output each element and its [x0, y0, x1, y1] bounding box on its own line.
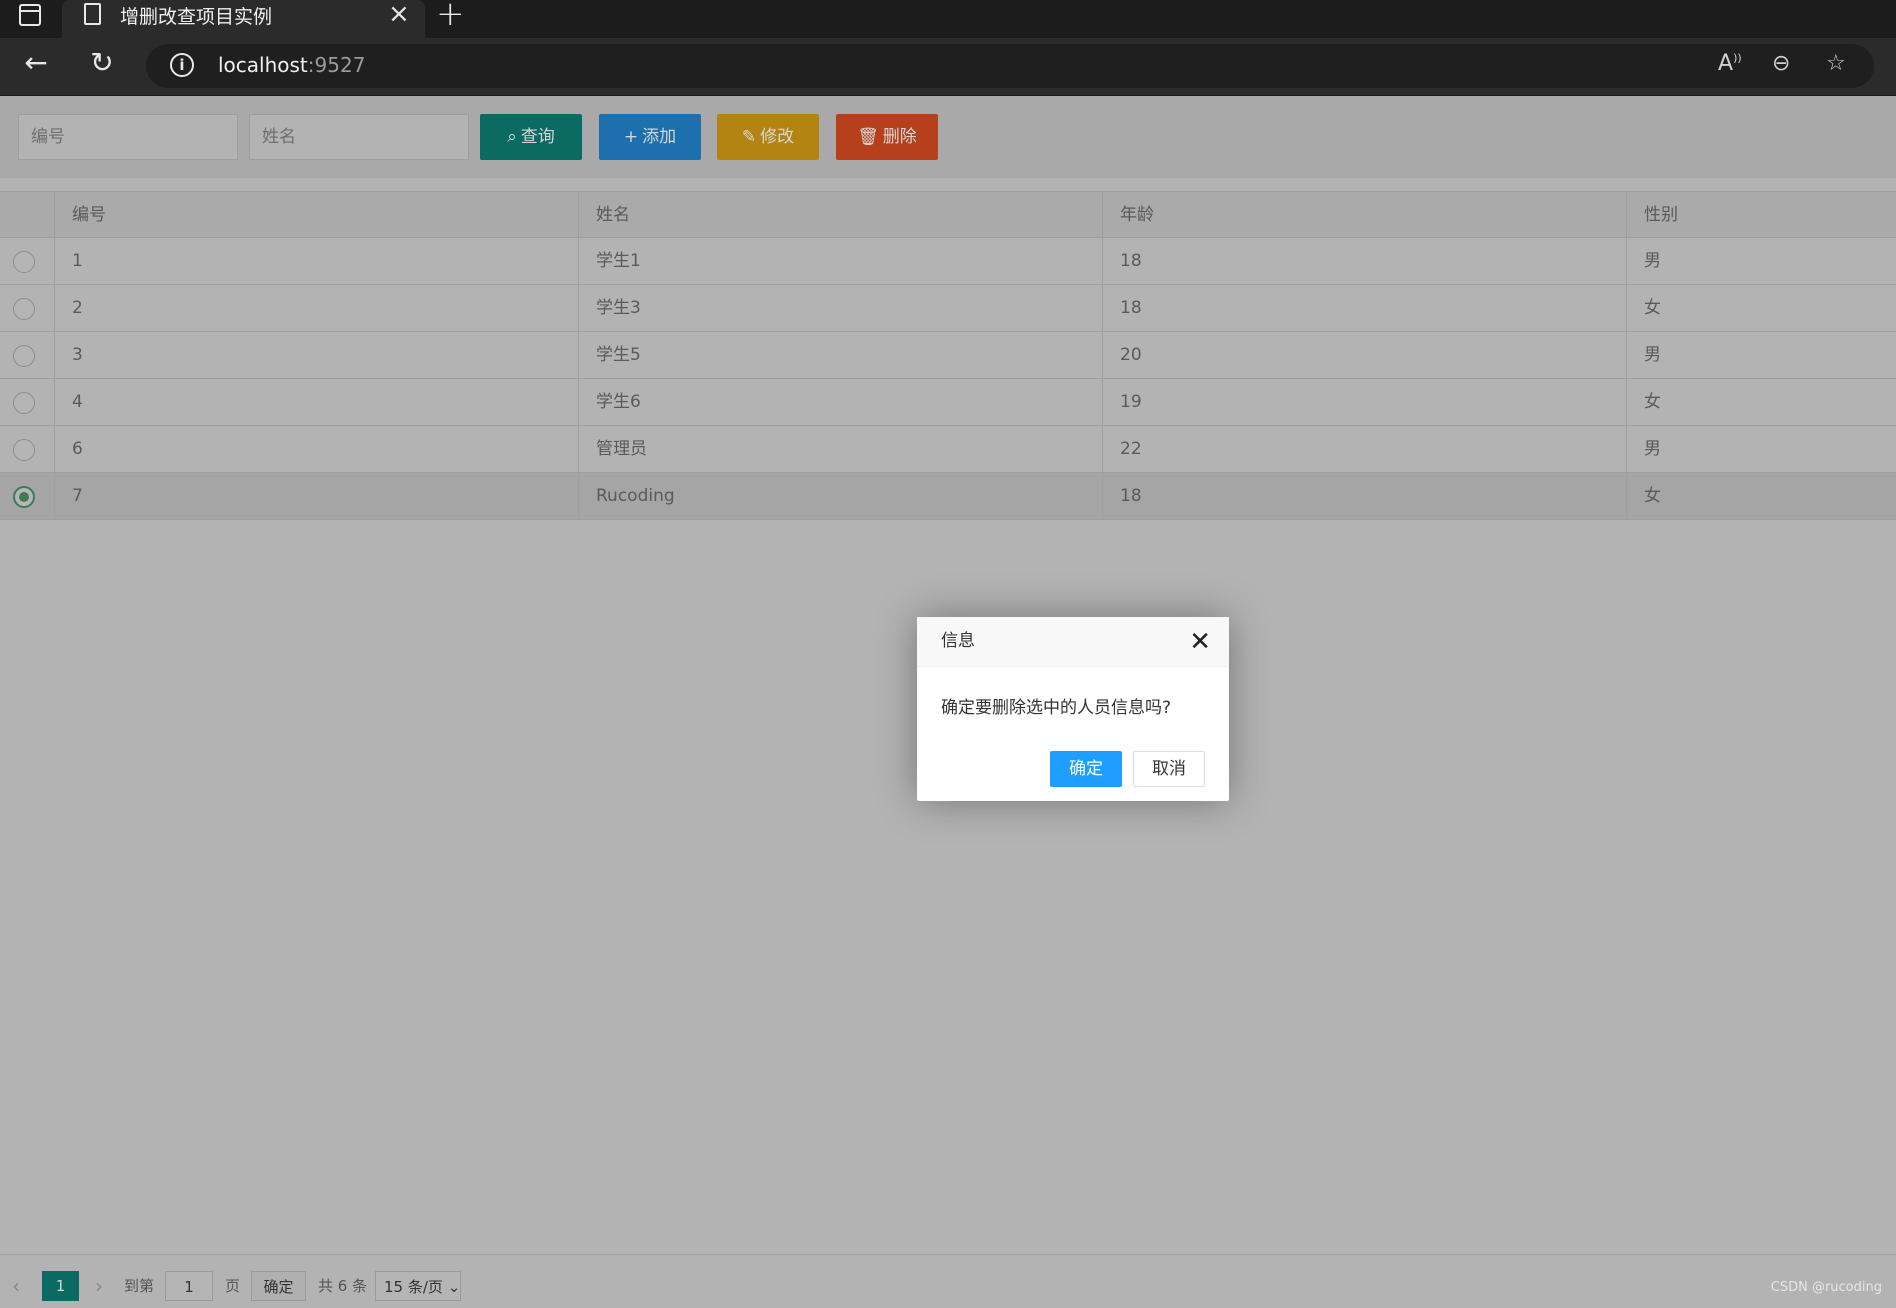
chevron-down-icon: ⌄ [447, 1278, 461, 1296]
url-text: localhost:9527 [218, 53, 366, 77]
page-icon [84, 3, 101, 25]
favorites-icon[interactable]: ☆ [1826, 51, 1846, 76]
confirm-dialog: 信息 ✕ 确定要删除选中的人员信息吗? 确定 取消 [917, 617, 1229, 801]
cell-age: 22 [1102, 426, 1626, 472]
row-radio[interactable] [13, 392, 35, 414]
cell-name: 学生3 [578, 285, 1102, 331]
trash-icon: 🗑 [857, 127, 879, 147]
cell-id: 1 [54, 238, 578, 284]
row-radio[interactable] [13, 251, 35, 273]
search-icon: ⌕ [507, 127, 517, 147]
delete-button[interactable]: 🗑 删除 [836, 114, 938, 160]
cell-age: 18 [1102, 285, 1626, 331]
table-row[interactable]: 3 学生5 20 男 [0, 332, 1896, 379]
back-icon[interactable]: ← [18, 46, 54, 82]
cell-name: 学生5 [578, 332, 1102, 378]
header-select [0, 192, 54, 238]
name-search-input[interactable]: 姓名 [249, 114, 469, 160]
table-row-selected[interactable]: 7 Rucoding 18 女 [0, 473, 1896, 520]
page-unit-label: 页 [225, 1277, 241, 1295]
goto-page-input[interactable]: 1 [165, 1271, 213, 1301]
cell-gender: 女 [1626, 473, 1896, 519]
header-name: 姓名 [578, 192, 1102, 238]
search-bar: 编号 姓名 ⌕ 查询 + 添加 ✎ 修改 🗑 删除 [0, 96, 1896, 178]
table-row[interactable]: 6 管理员 22 男 [0, 426, 1896, 473]
dialog-confirm-button[interactable]: 确定 [1050, 751, 1122, 787]
row-radio-checked[interactable] [13, 486, 35, 508]
row-radio[interactable] [13, 345, 35, 367]
row-select-cell [0, 285, 54, 331]
header-id: 编号 [54, 192, 578, 238]
cell-id: 7 [54, 473, 578, 519]
tab-actions-icon[interactable] [19, 4, 41, 26]
goto-confirm-button[interactable]: 确定 [251, 1271, 306, 1301]
dialog-title: 信息 [917, 617, 1229, 667]
cell-gender: 男 [1626, 426, 1896, 472]
add-button[interactable]: + 添加 [599, 114, 701, 160]
cell-name: 学生6 [578, 379, 1102, 425]
cell-age: 18 [1102, 473, 1626, 519]
cell-age: 18 [1102, 238, 1626, 284]
cell-gender: 女 [1626, 379, 1896, 425]
prev-page-icon[interactable]: ‹ [12, 1271, 20, 1301]
new-tab-icon[interactable]: + [436, 0, 465, 31]
id-search-input[interactable]: 编号 [18, 114, 238, 160]
query-button[interactable]: ⌕ 查询 [480, 114, 582, 160]
total-count: 共 6 条 [318, 1277, 368, 1295]
row-radio[interactable] [13, 439, 35, 461]
cell-name: 管理员 [578, 426, 1102, 472]
cell-gender: 男 [1626, 238, 1896, 284]
cell-name: 学生1 [578, 238, 1102, 284]
table-header: 编号 姓名 年龄 性别 [0, 191, 1896, 238]
browser-toolbar: ← ↻ i localhost:9527 A)) ⊖ ☆ [0, 38, 1896, 96]
table-row[interactable]: 2 学生3 18 女 [0, 285, 1896, 332]
browser-tab[interactable]: 增删改查项目实例 × [62, 0, 425, 38]
row-radio[interactable] [13, 298, 35, 320]
table-row[interactable]: 4 学生6 19 女 [0, 379, 1896, 426]
watermark: CSDN @rucoding [1770, 1280, 1882, 1295]
row-select-cell [0, 332, 54, 378]
address-bar[interactable]: i localhost:9527 A)) ⊖ ☆ [146, 44, 1874, 88]
row-select-cell [0, 238, 54, 284]
browser-tab-bar: 增删改查项目实例 × + [0, 0, 1896, 38]
cell-id: 2 [54, 285, 578, 331]
cell-id: 3 [54, 332, 578, 378]
cell-id: 4 [54, 379, 578, 425]
table-row[interactable]: 1 学生1 18 男 [0, 238, 1896, 285]
next-page-icon[interactable]: › [95, 1271, 103, 1301]
zoom-out-icon[interactable]: ⊖ [1772, 51, 1790, 76]
cell-name: Rucoding [578, 473, 1102, 519]
cell-age: 19 [1102, 379, 1626, 425]
row-select-cell [0, 426, 54, 472]
current-page-button[interactable]: 1 [42, 1271, 79, 1301]
page-size-select[interactable]: 15 条/页 ⌄ [375, 1271, 461, 1301]
pagination: ‹ 1 › 到第 1 页 确定 共 6 条 15 条/页 ⌄ [0, 1254, 1896, 1308]
cell-id: 6 [54, 426, 578, 472]
cell-gender: 男 [1626, 332, 1896, 378]
plus-icon: + [623, 127, 639, 147]
dialog-cancel-button[interactable]: 取消 [1133, 751, 1205, 787]
row-select-cell [0, 379, 54, 425]
refresh-icon[interactable]: ↻ [84, 46, 120, 82]
edit-button[interactable]: ✎ 修改 [717, 114, 819, 160]
tab-title: 增删改查项目实例 [120, 6, 273, 28]
dialog-close-icon[interactable]: ✕ [1189, 627, 1211, 657]
read-aloud-icon[interactable]: A)) [1718, 51, 1742, 76]
cell-gender: 女 [1626, 285, 1896, 331]
goto-label: 到第 [124, 1277, 155, 1295]
dialog-message: 确定要删除选中的人员信息吗? [941, 698, 1172, 718]
pencil-icon: ✎ [741, 127, 757, 147]
tab-close-icon[interactable]: × [388, 0, 410, 28]
row-select-cell [0, 473, 54, 519]
header-age: 年龄 [1102, 192, 1626, 238]
cell-age: 20 [1102, 332, 1626, 378]
site-info-icon[interactable]: i [170, 53, 194, 77]
header-gender: 性别 [1626, 192, 1896, 238]
